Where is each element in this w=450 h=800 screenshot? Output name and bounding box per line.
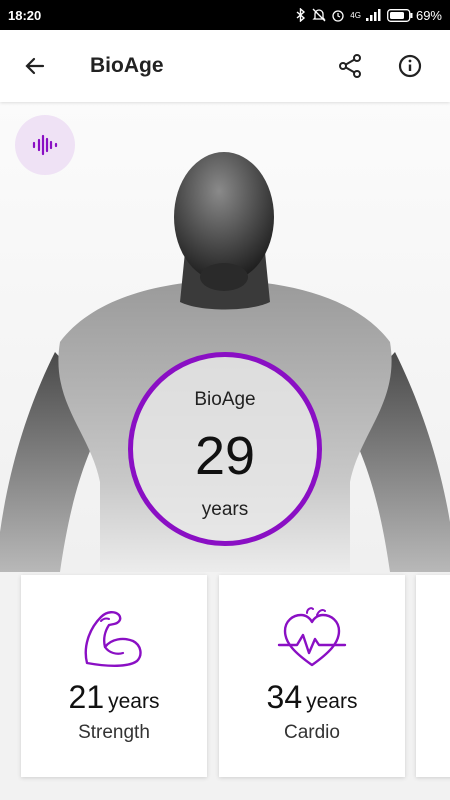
cardio-card[interactable]: 34 years Cardio [219, 575, 405, 777]
status-bar: 18:20 4G 69% [0, 0, 450, 30]
signal-icon [365, 9, 381, 21]
bioage-label: BioAge [194, 389, 256, 410]
strength-card[interactable]: 21 years Strength [21, 575, 207, 777]
waveform-icon [32, 134, 58, 156]
battery-percent: 69% [415, 7, 442, 23]
bioage-gauge: BioAge 29 years [128, 352, 322, 546]
strength-age: 21 [68, 679, 105, 715]
bioage-unit: years [201, 499, 249, 520]
heart-pulse-icon [277, 607, 347, 667]
cardio-label: Cardio [284, 722, 340, 743]
info-button[interactable] [386, 42, 434, 90]
share-icon [339, 54, 361, 78]
cardio-age: 34 [266, 679, 303, 715]
share-button[interactable] [326, 42, 374, 90]
info-icon [398, 54, 422, 78]
page-title: BioAge [90, 54, 164, 77]
strength-value: 21 years [21, 679, 207, 716]
alarm-icon [332, 10, 344, 22]
next-card-peek[interactable] [416, 575, 450, 777]
cardio-unit: years [306, 690, 358, 713]
flexed-arm-icon [84, 611, 142, 667]
battery: 69% [387, 8, 442, 23]
cardio-value: 34 years [219, 679, 405, 716]
strength-unit: years [108, 690, 160, 713]
bluetooth-icon [296, 8, 306, 22]
network-type: 4G [350, 10, 361, 20]
arrow-back-icon [25, 57, 45, 75]
strength-label: Strength [78, 722, 150, 743]
status-icons: 4G 69% [295, 8, 442, 23]
audio-button[interactable] [15, 115, 75, 175]
back-button[interactable] [11, 42, 59, 90]
app-bar: BioAge [0, 30, 450, 102]
battery-icon [387, 8, 413, 22]
status-time: 18:20 [8, 7, 42, 23]
mute-icon [312, 8, 326, 22]
bioage-value: 29 [194, 426, 256, 486]
